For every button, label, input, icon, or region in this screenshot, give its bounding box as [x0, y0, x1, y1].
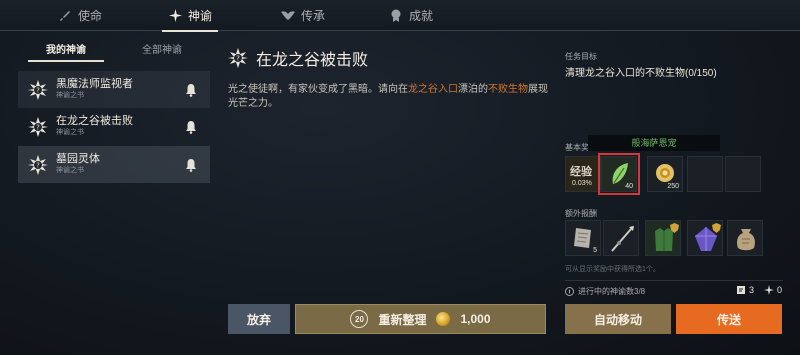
extra-reward-slot[interactable]: 5 — [565, 220, 601, 256]
shield-badge-icon — [712, 223, 721, 233]
oracle-seal-icon: ? — [28, 116, 48, 137]
tab-label: 传承 — [301, 9, 326, 23]
exp-label: 经验 — [570, 166, 592, 178]
quest-subtitle: 神谕之书 — [56, 167, 84, 174]
reset-cost: 1,000 — [460, 312, 491, 326]
reward-slot-empty — [725, 156, 761, 192]
quest-list-item[interactable]: ? 黑魔法师监视者 神谕之书 — [18, 71, 210, 108]
tab-oracle[interactable]: 神谕 — [161, 0, 219, 32]
quest-description: 光之使徒啊，有家伙变成了黑暗。请向在龙之谷入口漂泊的不败生物展现光芒之力。 — [228, 83, 548, 111]
compass-star-icon — [168, 9, 182, 23]
sword-icon — [58, 9, 72, 23]
extra-reward-label: 额外报酬 — [565, 209, 597, 218]
desc-monster-highlight: 不败生物 — [488, 84, 528, 95]
oracle-seal-icon: ? — [228, 48, 248, 68]
scroll-icon — [574, 228, 591, 248]
teleport-button[interactable]: 传送 — [676, 304, 782, 334]
give-up-button[interactable]: 放弃 — [228, 304, 290, 334]
tab-label: 成就 — [409, 9, 434, 23]
oracle-counters: 3 0 — [736, 285, 782, 295]
extra-reward-slot[interactable] — [727, 220, 763, 256]
info-icon — [565, 287, 574, 296]
pouch-icon — [737, 229, 755, 251]
svg-text:?: ? — [36, 123, 40, 131]
desc-text: 漂泊的 — [458, 84, 488, 95]
wings-icon — [281, 9, 295, 23]
medal-icon — [389, 9, 403, 23]
tab-label: 使命 — [78, 9, 103, 23]
basic-reward-label: 基本奖 — [565, 143, 589, 152]
gold-count: 250 — [667, 183, 679, 190]
oracle-subtabs: 我的神谕 全部神谕 — [18, 40, 210, 62]
gold-coin-icon — [436, 312, 451, 326]
exp-value: 0.03% — [572, 180, 592, 187]
spear-icon — [611, 226, 634, 252]
tab-legacy[interactable]: 传承 — [281, 0, 325, 31]
reset-button[interactable]: 20 重新整理 1,000 — [295, 304, 546, 334]
desc-location-highlight: 龙之谷入口 — [408, 84, 458, 95]
oracle-seal-icon: ? — [28, 154, 48, 175]
tab-label: 神谕 — [188, 9, 213, 23]
subtab-my-oracles[interactable]: 我的神谕 — [18, 40, 114, 62]
reward-slot-empty — [687, 156, 723, 192]
bell-icon[interactable] — [184, 83, 198, 97]
quest-subtitle: 神谕之书 — [56, 129, 84, 136]
reward-slot-exp[interactable]: 经验 0.03% — [565, 156, 601, 192]
auto-move-button[interactable]: 自动移动 — [565, 304, 671, 334]
extra-reward-slot[interactable] — [603, 220, 639, 256]
item-tooltip: 般海萨恩宠 — [588, 135, 720, 151]
progress-text: 进行中的神谕数3/8 — [578, 287, 646, 296]
subtab-all-oracles[interactable]: 全部神谕 — [114, 40, 210, 62]
quest-detail-title-text: 在龙之谷被击败 — [256, 52, 369, 69]
bell-icon[interactable] — [184, 120, 198, 134]
scroll-count-icon — [736, 286, 745, 294]
quest-list-item[interactable]: ? 在龙之谷被击败 神谕之书 — [18, 108, 210, 145]
reward-slot-gold[interactable]: 250 — [647, 156, 683, 192]
gold-coin-icon — [656, 164, 674, 182]
star-count: 0 — [776, 285, 782, 295]
extra-count: 5 — [593, 247, 597, 254]
extra-reward-slot[interactable] — [687, 220, 723, 256]
tab-achievement[interactable]: 成就 — [389, 0, 433, 31]
goal-label: 任务目标 — [565, 52, 597, 61]
oracle-seal-icon: ? — [28, 79, 48, 100]
goal-text: 清理龙之谷入口的不败生物(0/150) — [565, 68, 717, 79]
quest-title: 在龙之谷被击败 — [56, 115, 133, 127]
oracle-progress: 进行中的神谕数3/8 — [565, 286, 645, 297]
star-count-icon — [763, 285, 774, 295]
reward-slot-item[interactable]: 40 — [598, 153, 640, 195]
extra-reward-slot[interactable] — [645, 220, 681, 256]
reset-label: 重新整理 — [378, 312, 427, 327]
shield-badge-icon — [670, 223, 679, 233]
quest-detail-title: ? 在龙之谷被击败 — [228, 46, 368, 70]
bell-icon[interactable] — [184, 158, 198, 172]
top-tab-bar: 使命 神谕 传承 成就 — [0, 0, 800, 32]
quest-title: 墓园灵体 — [56, 153, 100, 165]
quest-list-item[interactable]: ? 墓园灵体 神谕之书 — [18, 146, 210, 183]
svg-text:?: ? — [236, 55, 240, 63]
quest-subtitle: 神谕之书 — [56, 92, 84, 99]
scroll-count: 3 — [748, 285, 754, 295]
reward-hint: 可从显示奖励中获得所选1个。 — [565, 266, 660, 273]
item-count: 40 — [625, 183, 633, 190]
divider — [565, 280, 783, 281]
quest-title: 黑魔法师监视者 — [56, 78, 133, 90]
desc-text: 光之使徒啊，有家伙变成了黑暗。请向在 — [228, 84, 408, 95]
tab-mission[interactable]: 使命 — [58, 0, 102, 31]
svg-text:?: ? — [36, 86, 40, 94]
refresh-count-badge: 20 — [350, 310, 369, 328]
svg-text:?: ? — [36, 161, 40, 169]
